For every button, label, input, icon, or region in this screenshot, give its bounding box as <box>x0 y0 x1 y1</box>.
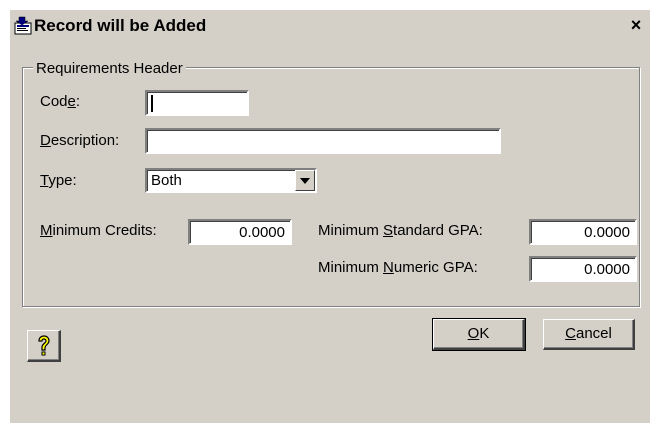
text-caret <box>151 95 153 112</box>
code-label-mnemonic: e <box>67 93 76 110</box>
min-std-gpa-label-mnemonic: S <box>383 222 394 239</box>
min-num-gpa-value: 0.0000 <box>584 261 630 278</box>
min-num-gpa-label-pre: Minimum <box>318 259 384 276</box>
question-mark-icon <box>38 335 50 356</box>
close-icon[interactable]: × <box>626 16 646 36</box>
min-num-gpa-label-post: umeric GPA: <box>393 259 478 276</box>
title-bar[interactable]: Record will be Added × <box>10 10 650 44</box>
cancel-button[interactable]: Cancel <box>543 319 635 350</box>
type-selected-value: Both <box>151 172 182 189</box>
help-button[interactable] <box>27 330 61 362</box>
min-num-gpa-label: Minimum Numeric GPA: <box>318 259 478 276</box>
min-credits-label-mnemonic: M <box>40 222 53 239</box>
min-num-gpa-label-mnemonic: N <box>383 259 394 276</box>
group-legend: Requirements Header <box>33 60 186 77</box>
min-credits-field[interactable]: 0.0000 <box>188 219 292 245</box>
description-label-mnemonic: D <box>40 132 51 149</box>
chevron-down-icon <box>300 178 310 184</box>
min-credits-label-post: inimum Credits: <box>52 222 157 239</box>
min-num-gpa-field[interactable]: 0.0000 <box>529 256 637 282</box>
description-label: Description: <box>40 132 119 149</box>
record-added-dialog: Record will be Added × Requirements Head… <box>10 10 650 423</box>
type-label-post: ype: <box>48 172 77 189</box>
description-field[interactable] <box>145 128 501 154</box>
code-field[interactable] <box>145 90 249 116</box>
record-add-icon <box>13 15 35 37</box>
cancel-label-rest: ancel <box>575 325 612 342</box>
description-label-post: escription: <box>50 132 120 149</box>
code-label-post: : <box>75 93 81 110</box>
min-credits-value: 0.0000 <box>239 224 285 241</box>
min-credits-label: Minimum Credits: <box>40 222 157 239</box>
cancel-mnemonic: C <box>565 325 576 342</box>
window-title: Record will be Added <box>34 16 207 35</box>
ok-mnemonic: O <box>467 325 480 342</box>
min-std-gpa-label: Minimum Standard GPA: <box>318 222 483 239</box>
code-label: Code: <box>40 93 80 110</box>
min-std-gpa-label-pre: Minimum <box>318 222 384 239</box>
min-std-gpa-label-post: tandard GPA: <box>393 222 483 239</box>
dropdown-button[interactable] <box>295 170 315 191</box>
type-select[interactable]: Both <box>145 168 317 193</box>
type-label: Type: <box>40 172 77 189</box>
code-label-pre: Cod <box>40 93 68 110</box>
min-std-gpa-field[interactable]: 0.0000 <box>529 219 637 245</box>
min-std-gpa-value: 0.0000 <box>584 224 630 241</box>
ok-button[interactable]: OK <box>432 318 526 351</box>
ok-label-rest: K <box>479 325 490 342</box>
